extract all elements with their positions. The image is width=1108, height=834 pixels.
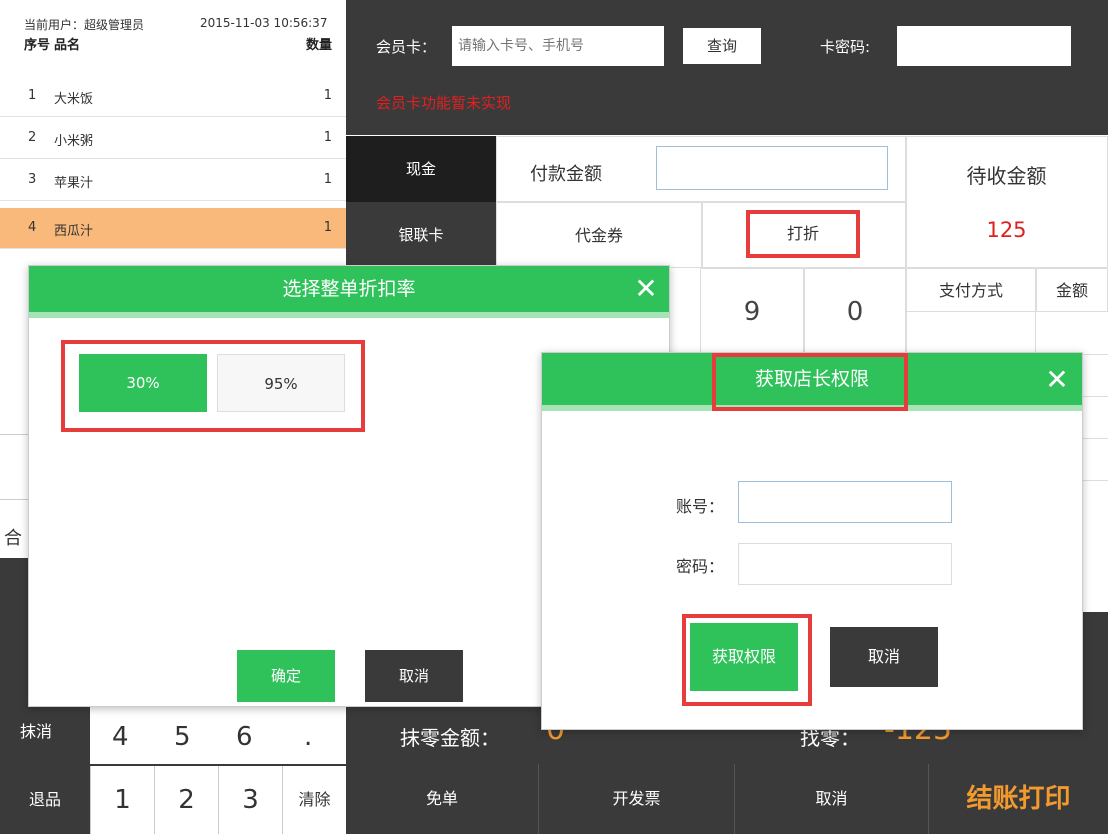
account-label: 账号： <box>676 497 725 516</box>
password-label: 密码： <box>676 557 725 576</box>
member-area <box>346 0 1108 135</box>
voucher-button[interactable]: 代金券 <box>496 202 702 268</box>
discount-button[interactable]: 打折 <box>750 214 856 254</box>
key-4[interactable]: 4 <box>112 722 129 752</box>
card-password-input[interactable] <box>897 26 1071 66</box>
order-row-name: 大米饭 <box>54 92 94 107</box>
key-5[interactable]: 5 <box>174 722 191 752</box>
order-row-qty: 1 <box>323 88 332 103</box>
auth-title-highlight <box>712 353 908 411</box>
account-input[interactable] <box>738 481 952 523</box>
rate-option-95[interactable]: 95% <box>217 354 345 412</box>
member-card-label: 会员卡： <box>376 38 437 56</box>
pending-cell <box>906 136 1108 268</box>
order-row-no: 4 <box>28 220 37 235</box>
cancel-order-button[interactable]: 取消 <box>734 764 928 834</box>
order-row[interactable]: 3 苹果汁 1 <box>0 160 346 201</box>
key-3[interactable]: 3 <box>218 766 282 834</box>
col-header-name: 品名 <box>54 38 81 53</box>
col-header-amount: 金额 <box>1036 268 1108 312</box>
datetime-label: 2015-11-03 10:56:37 <box>200 16 328 30</box>
query-button[interactable]: 查询 <box>683 28 761 64</box>
key-dot[interactable]: . <box>304 722 312 752</box>
manager-auth-dialog: 获取店长权限 ✕ 账号： 密码： 获取权限 取消 <box>541 352 1083 730</box>
pending-value: 125 <box>986 218 1027 242</box>
member-card-input[interactable] <box>452 26 664 66</box>
order-row-qty: 1 <box>323 172 332 187</box>
key-6[interactable]: 6 <box>236 722 253 752</box>
order-row-no: 1 <box>28 88 37 103</box>
unionpay-tab[interactable]: 银联卡 <box>346 202 496 268</box>
close-icon[interactable]: ✕ <box>631 272 661 306</box>
close-icon[interactable]: ✕ <box>1042 363 1072 397</box>
current-user-label: 当前用户：超级管理员 <box>24 18 145 32</box>
order-row-qty: 1 <box>323 130 332 145</box>
pending-label: 待收金额 <box>966 164 1047 188</box>
order-row-qty: 1 <box>323 220 332 235</box>
refund-button[interactable]: 退品 <box>0 766 90 834</box>
keypad-row-456: 4 5 6 . <box>90 700 346 764</box>
password-input[interactable] <box>738 543 952 585</box>
order-row-no: 3 <box>28 172 37 187</box>
card-password-label: 卡密码: <box>820 38 871 56</box>
cancel-button[interactable]: 取消 <box>830 627 938 687</box>
pay-amount-label: 付款金额 <box>530 164 602 185</box>
order-row-selected[interactable]: 4 西瓜汁 1 <box>0 208 346 249</box>
order-row-name: 西瓜汁 <box>54 224 94 239</box>
cancel-button[interactable]: 取消 <box>365 650 463 702</box>
discount-dialog-title: 选择整单折扣率 <box>29 266 669 312</box>
checkout-print-button[interactable]: 结账打印 <box>928 764 1108 834</box>
confirm-button[interactable]: 确定 <box>237 650 335 702</box>
order-row-name: 小米粥 <box>54 134 94 149</box>
free-order-button[interactable]: 免单 <box>346 764 538 834</box>
order-row[interactable]: 1 大米饭 1 <box>0 76 346 117</box>
order-row-name: 苹果汁 <box>54 176 94 191</box>
get-permission-button[interactable]: 获取权限 <box>690 623 798 691</box>
invoice-button[interactable]: 开发票 <box>538 764 734 834</box>
key-9[interactable]: 9 <box>700 268 804 354</box>
clear-button[interactable]: 清除 <box>282 766 346 834</box>
key-2[interactable]: 2 <box>154 766 218 834</box>
zero-amount-label: 抹零金额： <box>400 726 500 750</box>
col-header-qty: 数量 <box>305 38 332 53</box>
dialog-strip <box>29 312 669 318</box>
key-0[interactable]: 0 <box>804 268 906 354</box>
wipe-button[interactable]: 抹消 <box>0 700 90 764</box>
member-warning: 会员卡功能暂未实现 <box>376 94 512 112</box>
total-label-partial: 合 <box>4 528 22 549</box>
key-1[interactable]: 1 <box>90 766 154 834</box>
col-header-no: 序号 <box>24 38 51 53</box>
rate-option-30[interactable]: 30% <box>79 354 207 412</box>
order-row[interactable]: 2 小米粥 1 <box>0 118 346 159</box>
cash-tab[interactable]: 现金 <box>346 136 496 202</box>
total-box <box>0 434 30 500</box>
pay-amount-input[interactable] <box>656 146 888 190</box>
col-header-method: 支付方式 <box>906 268 1036 312</box>
order-row-no: 2 <box>28 130 37 145</box>
